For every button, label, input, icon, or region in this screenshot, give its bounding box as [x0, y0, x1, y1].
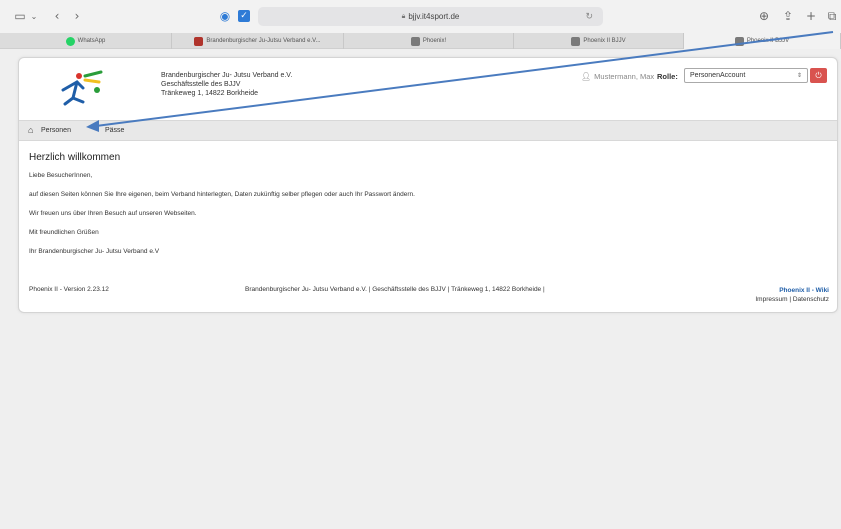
annotation-arrow-icon: [86, 31, 834, 132]
